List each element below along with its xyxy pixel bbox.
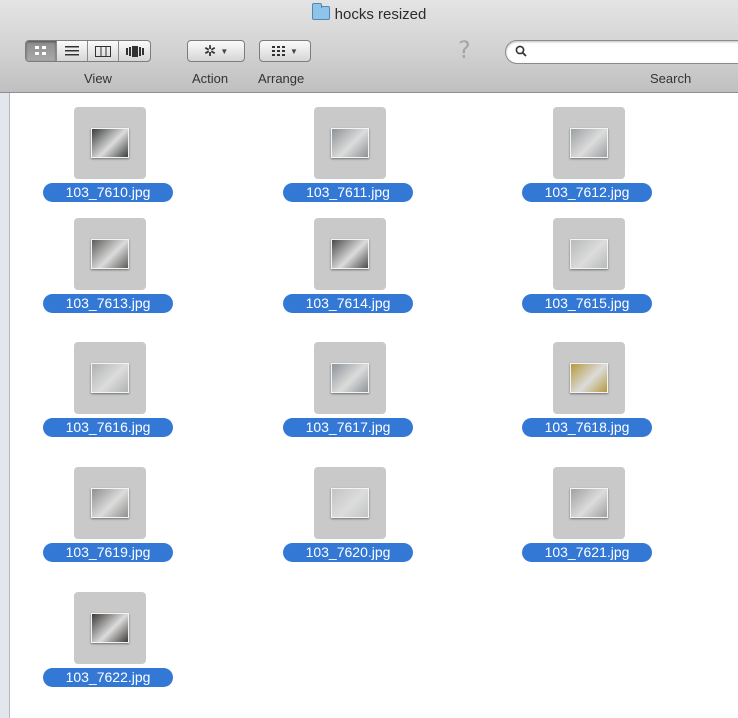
file-item[interactable]: 103_7613.jpg [43, 218, 173, 328]
gear-icon: ✲ [203, 43, 217, 60]
file-item[interactable]: 103_7622.jpg [43, 592, 173, 702]
arrange-label: Arrange [258, 71, 305, 86]
chevron-down-icon: ▼ [290, 46, 298, 56]
image-thumbnail[interactable] [74, 107, 146, 179]
file-name-label[interactable]: 103_7618.jpg [522, 418, 652, 437]
search-label: Search [650, 71, 692, 86]
thumbnail-image [331, 488, 369, 518]
file-name-label[interactable]: 103_7612.jpg [522, 183, 652, 202]
cover-flow-view-icon[interactable] [119, 41, 150, 61]
search-field[interactable] [505, 40, 738, 64]
image-thumbnail[interactable] [553, 342, 625, 414]
thumbnail-image [570, 239, 608, 269]
file-item[interactable]: 103_7614.jpg [283, 218, 413, 328]
sidebar-edge [0, 93, 10, 718]
image-thumbnail[interactable] [553, 107, 625, 179]
file-item[interactable]: 103_7610.jpg [43, 107, 173, 217]
file-item[interactable]: 103_7618.jpg [522, 342, 652, 452]
thumbnail-image [570, 128, 608, 158]
image-thumbnail[interactable] [553, 218, 625, 290]
window-title-text: hocks resized [334, 6, 427, 23]
file-item[interactable]: 103_7620.jpg [283, 467, 413, 577]
file-name-label[interactable]: 103_7622.jpg [43, 668, 173, 687]
file-item[interactable]: 103_7615.jpg [522, 218, 652, 328]
file-name-label[interactable]: 103_7621.jpg [522, 543, 652, 562]
file-name-label[interactable]: 103_7616.jpg [43, 418, 173, 437]
image-thumbnail[interactable] [74, 592, 146, 664]
file-name-label[interactable]: 103_7620.jpg [283, 543, 413, 562]
thumbnail-image [91, 488, 129, 518]
file-item[interactable]: 103_7617.jpg [283, 342, 413, 452]
help-question-icon[interactable]: ? [458, 36, 471, 64]
thumbnail-image [331, 363, 369, 393]
image-thumbnail[interactable] [74, 342, 146, 414]
image-thumbnail[interactable] [314, 342, 386, 414]
file-item[interactable]: 103_7616.jpg [43, 342, 173, 452]
action-label: Action [192, 71, 229, 86]
image-thumbnail[interactable] [314, 107, 386, 179]
arrange-grid-icon [272, 46, 286, 56]
file-name-label[interactable]: 103_7610.jpg [43, 183, 173, 202]
column-view-icon[interactable] [88, 41, 119, 61]
file-item[interactable]: 103_7612.jpg [522, 107, 652, 217]
thumbnail-image [331, 128, 369, 158]
thumbnail-image [570, 363, 608, 393]
icon-view-icon[interactable] [26, 41, 57, 61]
thumbnail-image [91, 128, 129, 158]
file-item[interactable]: 103_7619.jpg [43, 467, 173, 577]
thumbnail-image [331, 239, 369, 269]
folder-icon [311, 3, 330, 20]
view-label: View [84, 71, 112, 86]
thumbnail-image [91, 239, 129, 269]
chevron-down-icon: ▼ [220, 46, 229, 56]
window-title: hocks resized [0, 3, 738, 23]
image-thumbnail[interactable] [314, 218, 386, 290]
thumbnail-image [91, 363, 129, 393]
finder-toolbar: hocks resized ✲ ▼ ▼ View Action Arrange … [0, 0, 738, 93]
search-icon [515, 45, 527, 60]
arrange-button[interactable]: ▼ [259, 40, 311, 62]
view-segmented-control[interactable] [25, 40, 151, 62]
thumbnail-image [570, 488, 608, 518]
file-name-label[interactable]: 103_7617.jpg [283, 418, 413, 437]
file-item[interactable]: 103_7621.jpg [522, 467, 652, 577]
file-name-label[interactable]: 103_7613.jpg [43, 294, 173, 313]
image-thumbnail[interactable] [74, 218, 146, 290]
file-item[interactable]: 103_7611.jpg [283, 107, 413, 217]
list-view-icon[interactable] [57, 41, 88, 61]
thumbnail-image [91, 613, 129, 643]
file-name-label[interactable]: 103_7614.jpg [283, 294, 413, 313]
file-name-label[interactable]: 103_7615.jpg [522, 294, 652, 313]
image-thumbnail[interactable] [553, 467, 625, 539]
action-button[interactable]: ✲ ▼ [187, 40, 245, 62]
file-name-label[interactable]: 103_7611.jpg [283, 183, 413, 202]
image-thumbnail[interactable] [74, 467, 146, 539]
file-name-label[interactable]: 103_7619.jpg [43, 543, 173, 562]
image-thumbnail[interactable] [314, 467, 386, 539]
